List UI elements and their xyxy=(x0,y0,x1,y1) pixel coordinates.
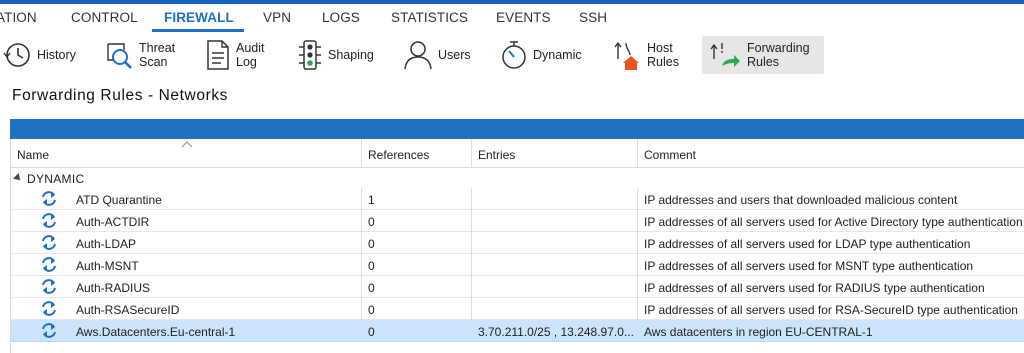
tab-control[interactable]: CONTROL xyxy=(71,10,138,25)
cell-entries xyxy=(472,276,638,298)
page-title: Forwarding Rules - Networks xyxy=(12,87,229,104)
cell-references: 0 xyxy=(362,298,472,320)
cell-references: 0 xyxy=(362,210,472,232)
group-row-dynamic[interactable]: DYNAMIC xyxy=(11,169,1024,187)
history-icon xyxy=(3,43,30,67)
threat-scan-label: Threat Scan xyxy=(139,41,176,69)
host-rules-icon xyxy=(614,41,639,70)
cell-comment: IP addresses of all servers used for Act… xyxy=(644,215,1023,229)
tab-vpn[interactable]: VPN xyxy=(263,10,291,25)
cell-references: 0 xyxy=(362,320,472,342)
table-row[interactable]: Auth-LDAP 0 IP addresses of all servers us… xyxy=(11,232,1024,254)
forwarding-rules-label: Forwarding Rules xyxy=(747,41,810,69)
column-header-name-label: Name xyxy=(17,148,50,162)
network-object-name: ATD Quarantine xyxy=(76,193,162,207)
tab-ssh[interactable]: SSH xyxy=(579,10,607,25)
active-tab-indicator xyxy=(152,29,244,32)
sync-arrows-icon xyxy=(40,212,58,229)
network-object-name: Auth-LDAP xyxy=(76,237,137,251)
tab-events[interactable]: EVENTS xyxy=(496,10,551,25)
cell-name: Auth-LDAP xyxy=(11,232,362,254)
column-header-comment[interactable]: Comment xyxy=(638,139,1024,168)
firewall-toolbar: History Threat Scan Audit Log Shaping Us… xyxy=(0,33,1024,77)
host-rules-button[interactable]: Host Rules xyxy=(612,36,679,74)
column-header-references-label: References xyxy=(368,148,430,162)
cell-name: Auth-RADIUS xyxy=(11,276,362,298)
main-navigation: ATION CONTROL FIREWALL VPN LOGS STATISTI… xyxy=(0,4,1024,32)
cell-comment: IP addresses of all servers used for LDA… xyxy=(644,237,971,251)
sort-up-icon xyxy=(181,141,193,148)
sync-arrows-icon xyxy=(40,278,58,295)
cell-entries xyxy=(472,232,638,254)
users-button[interactable]: Users xyxy=(403,36,471,74)
cell-entries xyxy=(472,210,638,232)
cell-entries xyxy=(472,188,638,210)
dynamic-label: Dynamic xyxy=(533,48,582,62)
cell-entries xyxy=(472,298,638,320)
stopwatch-icon xyxy=(502,41,526,69)
users-label: Users xyxy=(438,48,471,62)
traffic-light-icon xyxy=(299,40,321,70)
networks-table: Name References Entries Comment DYNAMIC … xyxy=(10,139,1024,353)
table-row[interactable]: Auth-RSASecureID 0 IP addresses of all ser… xyxy=(11,298,1024,320)
tab-logs[interactable]: LOGS xyxy=(322,10,360,25)
cell-comment: IP addresses of all servers used for MSN… xyxy=(644,259,974,273)
cell-entries: 3.70.211.0/25 , 13.248.97.0... xyxy=(472,320,638,342)
collapse-triangle-icon[interactable] xyxy=(13,173,23,183)
cell-comment: IP addresses and users that downloaded m… xyxy=(644,193,958,207)
table-row[interactable]: Aws.Datacenters.Eu-central-1 0 3.70.211.0/… xyxy=(11,320,1024,342)
sync-arrows-icon xyxy=(40,300,58,317)
network-object-name: Auth-RSASecureID xyxy=(76,303,180,317)
table-row[interactable]: ATD Quarantine 1 IP addresses and users th… xyxy=(11,188,1024,210)
network-object-name: Auth-MSNT xyxy=(76,259,139,273)
grid-group-band xyxy=(10,119,1024,139)
sync-arrows-icon xyxy=(40,322,58,339)
cell-name: ATD Quarantine xyxy=(11,188,362,210)
sync-arrows-icon xyxy=(40,256,58,273)
forwarding-rules-icon xyxy=(710,43,740,67)
audit-log-icon xyxy=(207,40,229,70)
sync-arrows-icon xyxy=(40,190,58,207)
history-label: History xyxy=(37,48,76,62)
group-label: DYNAMIC xyxy=(27,172,85,186)
table-row[interactable]: Auth-ACTDIR 0 IP addresses of all servers … xyxy=(11,210,1024,232)
tab-administration[interactable]: ATION xyxy=(0,10,37,25)
tab-statistics[interactable]: STATISTICS xyxy=(391,10,468,25)
tab-firewall[interactable]: FIREWALL xyxy=(164,10,234,25)
sync-arrows-icon xyxy=(40,234,58,251)
shaping-button[interactable]: Shaping xyxy=(297,36,374,74)
history-button[interactable]: History xyxy=(2,36,76,74)
cell-comment: IP addresses of all servers used for RAD… xyxy=(644,281,985,295)
cell-references: 0 xyxy=(362,276,472,298)
cell-references: 1 xyxy=(362,188,472,210)
cell-entries xyxy=(472,254,638,276)
host-rules-label: Host Rules xyxy=(647,41,679,69)
cell-comment: Aws datacenters in region EU-CENTRAL-1 xyxy=(644,325,873,339)
user-icon xyxy=(404,41,432,70)
audit-log-label: Audit Log xyxy=(236,41,265,69)
forwarding-rules-button[interactable]: Forwarding Rules xyxy=(702,36,824,74)
table-header: Name References Entries Comment xyxy=(11,139,1024,168)
column-header-comment-label: Comment xyxy=(644,148,697,162)
cell-name: Auth-ACTDIR xyxy=(11,210,362,232)
cell-comment: IP addresses of all servers used for RSA… xyxy=(644,303,1018,317)
cell-references: 0 xyxy=(362,232,472,254)
network-object-name: Aws.Datacenters.Eu-central-1 xyxy=(76,325,236,339)
column-header-references[interactable]: References xyxy=(362,139,472,168)
cell-name: Auth-RSASecureID xyxy=(11,298,362,320)
column-header-entries[interactable]: Entries xyxy=(472,139,638,168)
audit-log-button[interactable]: Audit Log xyxy=(205,36,265,74)
table-row[interactable]: Auth-RADIUS 0 IP addresses of all servers … xyxy=(11,276,1024,298)
shaping-label: Shaping xyxy=(328,48,374,62)
cell-name: Aws.Datacenters.Eu-central-1 xyxy=(11,320,362,342)
dynamic-button[interactable]: Dynamic xyxy=(500,36,582,74)
column-header-entries-label: Entries xyxy=(478,148,516,162)
cell-name: Auth-MSNT xyxy=(11,254,362,276)
table-row[interactable]: Auth-MSNT 0 IP addresses of all servers us… xyxy=(11,254,1024,276)
threat-scan-button[interactable]: Threat Scan xyxy=(104,36,175,74)
threat-scan-icon xyxy=(107,43,132,69)
network-object-name: Auth-ACTDIR xyxy=(76,215,150,229)
network-object-name: Auth-RADIUS xyxy=(76,281,151,295)
cell-references: 0 xyxy=(362,254,472,276)
